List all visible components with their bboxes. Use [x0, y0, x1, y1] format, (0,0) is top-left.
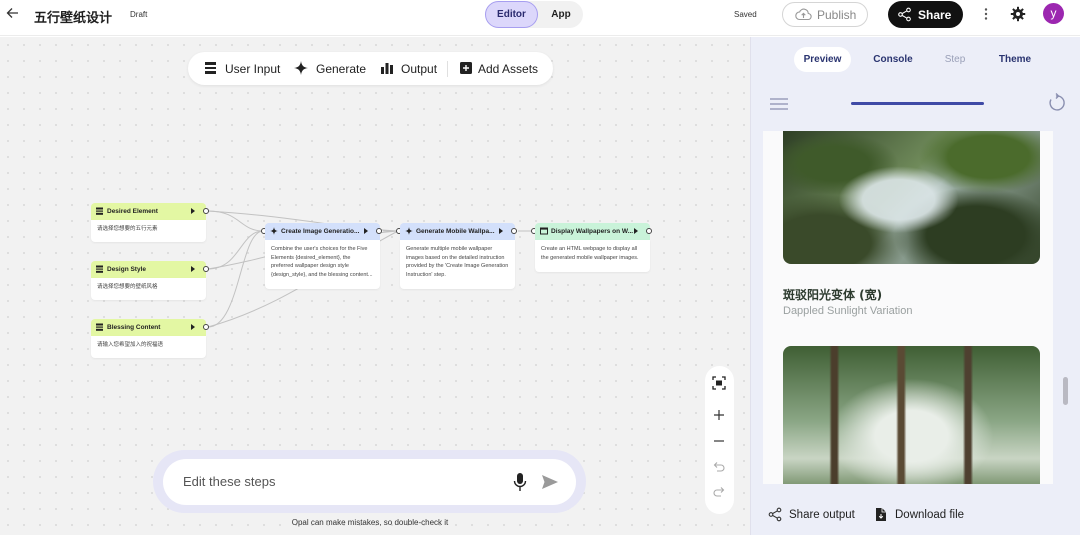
- list-icon: [96, 323, 103, 331]
- sparkle-icon: [405, 227, 413, 235]
- publish-button[interactable]: Publish: [782, 2, 868, 27]
- wallpaper-image-stream[interactable]: [783, 131, 1040, 264]
- tab-preview[interactable]: Preview: [794, 47, 851, 72]
- output-port[interactable]: [203, 266, 209, 272]
- download-file-label: Download file: [895, 509, 965, 521]
- chat-composer: Edit these steps: [153, 450, 586, 513]
- wallpaper-image-forest[interactable]: [783, 346, 1040, 484]
- node-description: Combine the user's choices for the Five …: [265, 240, 380, 289]
- edit-steps-input[interactable]: Edit these steps: [163, 459, 576, 505]
- wallpaper-title: 斑驳阳光变体 (宽): [783, 288, 883, 302]
- tab-theme[interactable]: Theme: [991, 47, 1039, 72]
- run-progress-row: [751, 81, 1080, 131]
- play-icon[interactable]: [191, 266, 195, 272]
- app-title[interactable]: 五行壁纸设计: [34, 7, 112, 26]
- microphone-icon[interactable]: [513, 472, 527, 492]
- node-description: 请选择您想要的壁纸风格: [91, 278, 206, 300]
- play-icon[interactable]: [191, 208, 195, 214]
- preview-panel: Preview Console Step Theme 斑驳阳光变体 (宽) Da…: [750, 37, 1080, 535]
- node-title: Blessing Content: [107, 324, 161, 331]
- disclaimer-text: Opal can make mistakes, so double-check …: [291, 518, 449, 527]
- tab-app[interactable]: App: [539, 1, 583, 28]
- cloud-upload-icon: [795, 8, 812, 21]
- node-title: Generate Mobile Wallpa...: [416, 228, 495, 235]
- fit-view-icon[interactable]: [712, 376, 726, 390]
- sparkle-icon: [270, 227, 278, 235]
- editor-canvas[interactable]: User Input Generate Output Add Assets De…: [0, 37, 750, 535]
- restart-icon[interactable]: [1046, 93, 1066, 113]
- node-title: Create Image Generatio...: [281, 228, 360, 235]
- scrollbar-thumb[interactable]: [1063, 377, 1068, 405]
- tab-editor[interactable]: Editor: [485, 1, 538, 28]
- output-port[interactable]: [511, 228, 517, 234]
- list-icon: [96, 207, 103, 215]
- user-avatar[interactable]: y: [1043, 3, 1064, 24]
- play-icon[interactable]: [499, 228, 503, 234]
- wallpaper-subtitle: Dappled Sunlight Variation: [783, 305, 913, 317]
- output-port[interactable]: [646, 228, 652, 234]
- share-button[interactable]: Share: [888, 1, 963, 28]
- run-progress-fill: [851, 102, 984, 105]
- download-file-icon: [876, 508, 886, 521]
- redo-icon[interactable]: [712, 485, 726, 499]
- share-icon: [898, 7, 911, 22]
- play-icon[interactable]: [364, 228, 368, 234]
- back-arrow-icon[interactable]: [6, 6, 20, 20]
- undo-icon[interactable]: [712, 460, 726, 474]
- play-icon[interactable]: [634, 228, 638, 234]
- settings-gear-icon[interactable]: [1010, 6, 1026, 22]
- output-port[interactable]: [376, 228, 382, 234]
- run-progress-bar: [851, 102, 984, 105]
- web-page-icon: [540, 227, 548, 235]
- menu-icon[interactable]: [770, 97, 788, 111]
- publish-label: Publish: [817, 8, 857, 22]
- node-description: Create an HTML webpage to display all th…: [535, 240, 650, 272]
- output-port[interactable]: [203, 324, 209, 330]
- node-description: 请选择您想要的五行元素: [91, 220, 206, 242]
- list-icon: [96, 265, 103, 273]
- panel-tabs: Preview Console Step Theme: [751, 37, 1080, 81]
- zoom-controls: [705, 366, 734, 514]
- chat-placeholder: Edit these steps: [183, 474, 276, 489]
- share-output-label: Share output: [789, 509, 855, 521]
- tab-console[interactable]: Console: [867, 47, 919, 72]
- send-icon[interactable]: [541, 474, 559, 490]
- share-icon: [768, 507, 782, 522]
- node-title: Display Wallpapers on W...: [551, 228, 634, 235]
- zoom-in-icon[interactable]: [712, 408, 726, 422]
- play-icon[interactable]: [191, 324, 195, 330]
- zoom-out-icon[interactable]: [712, 434, 726, 448]
- output-port[interactable]: [203, 208, 209, 214]
- node-description: 请输入您希望加入的祝福语: [91, 336, 206, 358]
- draft-status: Draft: [130, 10, 148, 19]
- share-output-button[interactable]: Share output: [768, 507, 863, 523]
- node-description: Generate multiple mobile wallpaper image…: [400, 240, 515, 289]
- download-file-button[interactable]: Download file: [875, 507, 975, 523]
- share-label: Share: [918, 8, 952, 22]
- mode-switcher: Editor App: [485, 1, 583, 28]
- output-preview[interactable]: 斑驳阳光变体 (宽) Dappled Sunlight Variation: [763, 131, 1053, 484]
- node-title: Desired Element: [107, 208, 158, 215]
- more-vert-icon[interactable]: [980, 7, 992, 21]
- tab-step[interactable]: Step: [937, 47, 973, 72]
- node-title: Design Style: [107, 266, 147, 273]
- panel-footer: Share output Download file: [751, 497, 1080, 535]
- saved-status: Saved: [734, 10, 757, 19]
- top-bar: 五行壁纸设计 Draft Editor App Saved Publish Sh…: [0, 0, 1080, 36]
